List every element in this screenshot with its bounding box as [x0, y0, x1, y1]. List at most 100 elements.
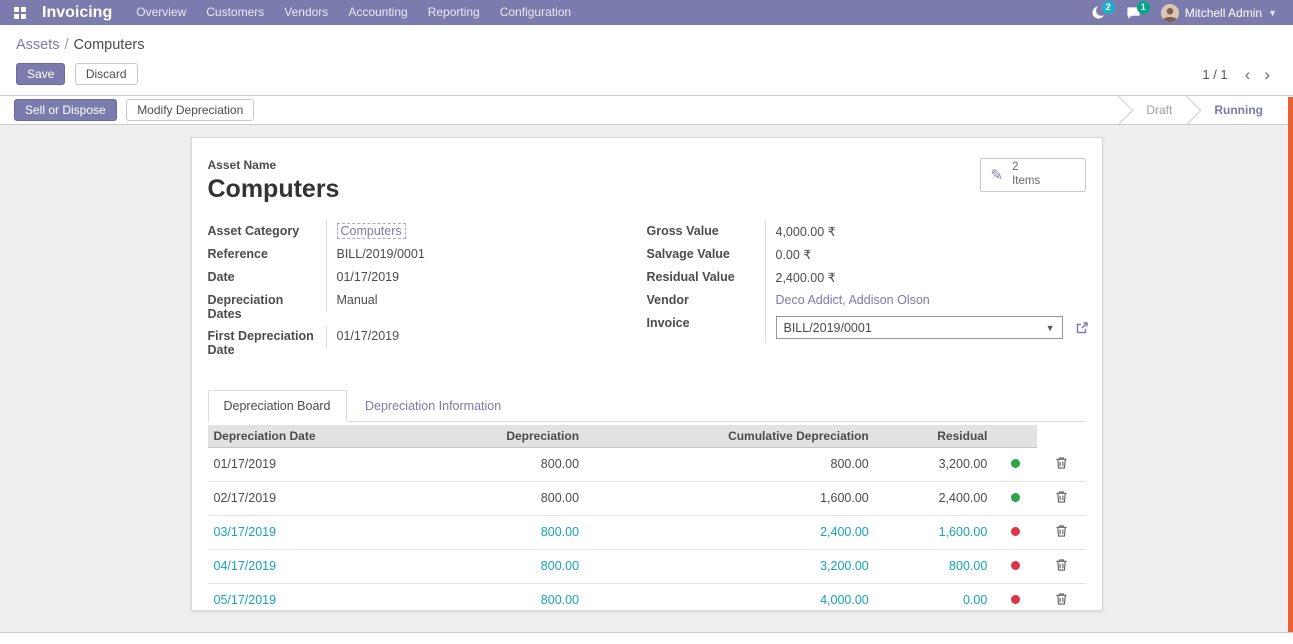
depreciation-dates-value[interactable]: Manual: [337, 293, 378, 307]
nav-item-customers[interactable]: Customers: [196, 0, 274, 25]
breadcrumb: Assets / Computers: [0, 25, 1293, 61]
left-field-group: Asset Category Computers Reference BILL/…: [208, 220, 647, 361]
stat-button-count: 2: [1012, 161, 1040, 175]
breadcrumb-separator: /: [65, 37, 69, 53]
depreciation-row-4[interactable]: 04/17/2019 800.00 3,200.00 800.00: [208, 549, 1086, 583]
status-widget: Draft Running: [1120, 96, 1293, 124]
cell-date: 02/17/2019: [208, 481, 428, 515]
status-running[interactable]: Running: [1188, 96, 1279, 124]
nav-item-reporting[interactable]: Reporting: [418, 0, 490, 25]
cell-depreciation: 800.00: [427, 448, 585, 482]
cell-cumulative: 1,600.00: [585, 481, 875, 515]
gross-value[interactable]: 4,000.00 ₹: [776, 225, 836, 239]
app-title[interactable]: Invoicing: [42, 4, 112, 22]
unposted-status-dot: [1011, 527, 1020, 536]
first-depreciation-date-value[interactable]: 01/17/2019: [337, 329, 400, 343]
user-name: Mitchell Admin: [1185, 6, 1262, 20]
grid-icon: [14, 7, 26, 19]
discard-button[interactable]: Discard: [75, 63, 138, 85]
col-depreciation-date[interactable]: Depreciation Date: [208, 425, 428, 448]
asset-name-title: Computers: [208, 175, 340, 204]
tab-depreciation-information[interactable]: Depreciation Information: [350, 391, 516, 421]
date-value[interactable]: 01/17/2019: [337, 270, 400, 284]
depreciation-row-3[interactable]: 03/17/2019 800.00 2,400.00 1,600.00: [208, 515, 1086, 549]
sell-or-dispose-button[interactable]: Sell or Dispose: [14, 99, 117, 121]
user-menu[interactable]: Mitchell Admin ▼: [1151, 0, 1287, 25]
depreciation-dates-label: Depreciation Dates: [208, 289, 326, 325]
posted-status-dot: [1011, 459, 1020, 468]
asset-form-sheet: Asset Name Computers ✎ 2 Items Asset Cat…: [191, 137, 1103, 611]
form-view-background: Asset Name Computers ✎ 2 Items Asset Cat…: [0, 125, 1293, 632]
activities-badge: 2: [1102, 1, 1115, 14]
nav-item-accounting[interactable]: Accounting: [338, 0, 417, 25]
col-depreciation[interactable]: Depreciation: [427, 425, 585, 448]
residual-value[interactable]: 2,400.00 ₹: [776, 271, 836, 285]
delete-row-icon[interactable]: [1055, 558, 1068, 572]
accent-stripe: [1288, 97, 1293, 632]
messages-button[interactable]: 1: [1116, 0, 1151, 25]
cell-residual: 3,200.00: [875, 448, 994, 482]
stat-button-label: Items: [1012, 175, 1040, 189]
cell-date: 03/17/2019: [208, 515, 428, 549]
notebook-tabs: Depreciation Board Depreciation Informat…: [208, 389, 1086, 422]
invoice-value: BILL/2019/0001: [784, 321, 872, 335]
cell-residual: 0.00: [875, 583, 994, 611]
col-cumulative-depreciation[interactable]: Cumulative Depreciation: [585, 425, 875, 448]
cell-residual: 800.00: [875, 549, 994, 583]
modify-depreciation-button[interactable]: Modify Depreciation: [126, 99, 254, 121]
nav-item-overview[interactable]: Overview: [126, 0, 196, 25]
breadcrumb-current: Computers: [74, 37, 145, 53]
delete-row-icon[interactable]: [1055, 490, 1068, 504]
col-state: [993, 425, 1037, 448]
col-residual[interactable]: Residual: [875, 425, 994, 448]
residual-value-label: Residual Value: [647, 266, 765, 288]
statusbar: Sell or Dispose Modify Depreciation Draf…: [0, 95, 1293, 125]
right-field-group: Gross Value 4,000.00 ₹ Salvage Value 0.0…: [647, 220, 1086, 361]
external-link-icon[interactable]: [1075, 321, 1089, 335]
cell-residual: 2,400.00: [875, 481, 994, 515]
pager-value: 1 / 1: [1202, 67, 1227, 82]
footer-strip: [0, 632, 1293, 644]
cell-depreciation: 800.00: [427, 549, 585, 583]
gross-value-label: Gross Value: [647, 220, 765, 242]
avatar: [1161, 4, 1179, 22]
systray: 2 1 Mitchell Admin ▼: [1081, 0, 1287, 25]
control-panel: Save Discard 1 / 1 ‹ ›: [0, 61, 1293, 87]
col-delete: [1037, 425, 1085, 448]
first-depreciation-date-label: First Depreciation Date: [208, 325, 326, 361]
cell-depreciation: 800.00: [427, 481, 585, 515]
reference-value[interactable]: BILL/2019/0001: [337, 247, 425, 261]
date-label: Date: [208, 266, 326, 288]
depreciation-row-5[interactable]: 05/17/2019 800.00 4,000.00 0.00: [208, 583, 1086, 611]
cell-residual: 1,600.00: [875, 515, 994, 549]
cell-depreciation: 800.00: [427, 583, 585, 611]
delete-row-icon[interactable]: [1055, 592, 1068, 606]
nav-item-vendors[interactable]: Vendors: [274, 0, 338, 25]
chevron-down-icon: ▼: [1046, 323, 1055, 333]
depreciation-row-2[interactable]: 02/17/2019 800.00 1,600.00 2,400.00: [208, 481, 1086, 515]
asset-category-value[interactable]: Computers: [337, 223, 406, 239]
invoice-combobox[interactable]: BILL/2019/0001 ▼: [776, 316, 1063, 339]
cell-date: 04/17/2019: [208, 549, 428, 583]
breadcrumb-assets-link[interactable]: Assets: [16, 37, 60, 53]
salvage-value[interactable]: 0.00 ₹: [776, 248, 812, 262]
invoice-label: Invoice: [647, 312, 765, 334]
delete-row-icon[interactable]: [1055, 456, 1068, 470]
apps-menu-icon[interactable]: [6, 0, 34, 25]
asset-category-label: Asset Category: [208, 220, 326, 242]
nav-item-configuration[interactable]: Configuration: [490, 0, 581, 25]
unposted-status-dot: [1011, 595, 1020, 604]
items-stat-button[interactable]: ✎ 2 Items: [980, 158, 1086, 192]
activities-button[interactable]: 2: [1081, 0, 1116, 25]
vendor-value-link[interactable]: Deco Addict, Addison Olson: [776, 293, 930, 307]
reference-label: Reference: [208, 243, 326, 265]
vendor-label: Vendor: [647, 289, 765, 311]
tab-depreciation-board[interactable]: Depreciation Board: [208, 390, 347, 422]
pencil-icon: ✎: [991, 166, 1004, 184]
pager-previous-icon[interactable]: ‹: [1238, 66, 1258, 83]
save-button[interactable]: Save: [16, 63, 65, 85]
delete-row-icon[interactable]: [1055, 524, 1068, 538]
depreciation-row-1[interactable]: 01/17/2019 800.00 800.00 3,200.00: [208, 448, 1086, 482]
cell-cumulative: 2,400.00: [585, 515, 875, 549]
pager-next-icon[interactable]: ›: [1257, 66, 1277, 83]
